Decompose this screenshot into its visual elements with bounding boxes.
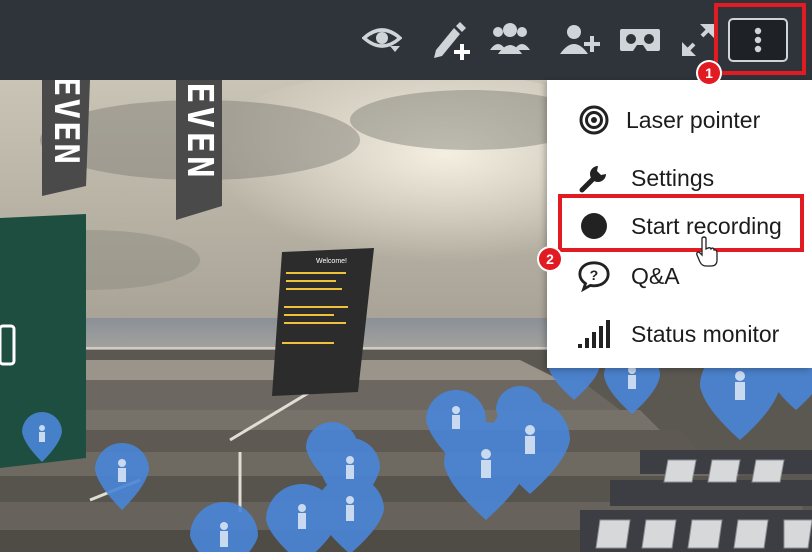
users-icon bbox=[490, 23, 530, 54]
menu-item-label: Laser pointer bbox=[626, 106, 761, 133]
event-banner-left: EVEN bbox=[46, 80, 86, 186]
edit-add-button[interactable] bbox=[428, 18, 472, 62]
highlight-more-options bbox=[714, 3, 806, 75]
eye-icon bbox=[362, 28, 402, 52]
edit-add-icon bbox=[434, 22, 470, 60]
vr-headset-icon bbox=[620, 29, 660, 51]
top-toolbar bbox=[0, 0, 812, 80]
menu-item-status-monitor[interactable]: Status monitor bbox=[547, 310, 812, 358]
invite-user-button[interactable] bbox=[558, 18, 602, 62]
vr-mode-button[interactable] bbox=[618, 18, 662, 62]
participants-button[interactable] bbox=[488, 18, 532, 62]
menu-item-qa[interactable]: ? Q&A bbox=[547, 252, 812, 300]
laser-target-icon bbox=[577, 103, 611, 137]
banner-text: EVEN bbox=[46, 80, 86, 166]
menu-item-label: Q&A bbox=[631, 262, 680, 289]
question-bubble-icon: ? bbox=[577, 259, 611, 293]
welcome-board-title: Welcome! bbox=[316, 258, 347, 265]
highlight-start-recording bbox=[558, 194, 804, 252]
step-2-badge: 2 bbox=[539, 248, 561, 270]
svg-text:?: ? bbox=[590, 268, 599, 284]
hand-pointer-cursor-icon bbox=[696, 236, 718, 267]
fullscreen-icon bbox=[682, 24, 714, 56]
signal-bars-icon bbox=[577, 317, 611, 351]
banner-text: EVEN bbox=[180, 82, 220, 181]
view-toggle-button[interactable] bbox=[360, 18, 404, 62]
menu-item-label: Settings bbox=[631, 164, 715, 191]
event-banner-right: EVEN bbox=[180, 82, 220, 212]
step-1-badge: 1 bbox=[698, 62, 720, 84]
wrench-icon bbox=[577, 161, 611, 195]
menu-item-laser-pointer[interactable]: Laser pointer bbox=[547, 96, 812, 144]
menu-item-label: Status monitor bbox=[631, 320, 780, 347]
add-user-icon bbox=[560, 25, 600, 54]
